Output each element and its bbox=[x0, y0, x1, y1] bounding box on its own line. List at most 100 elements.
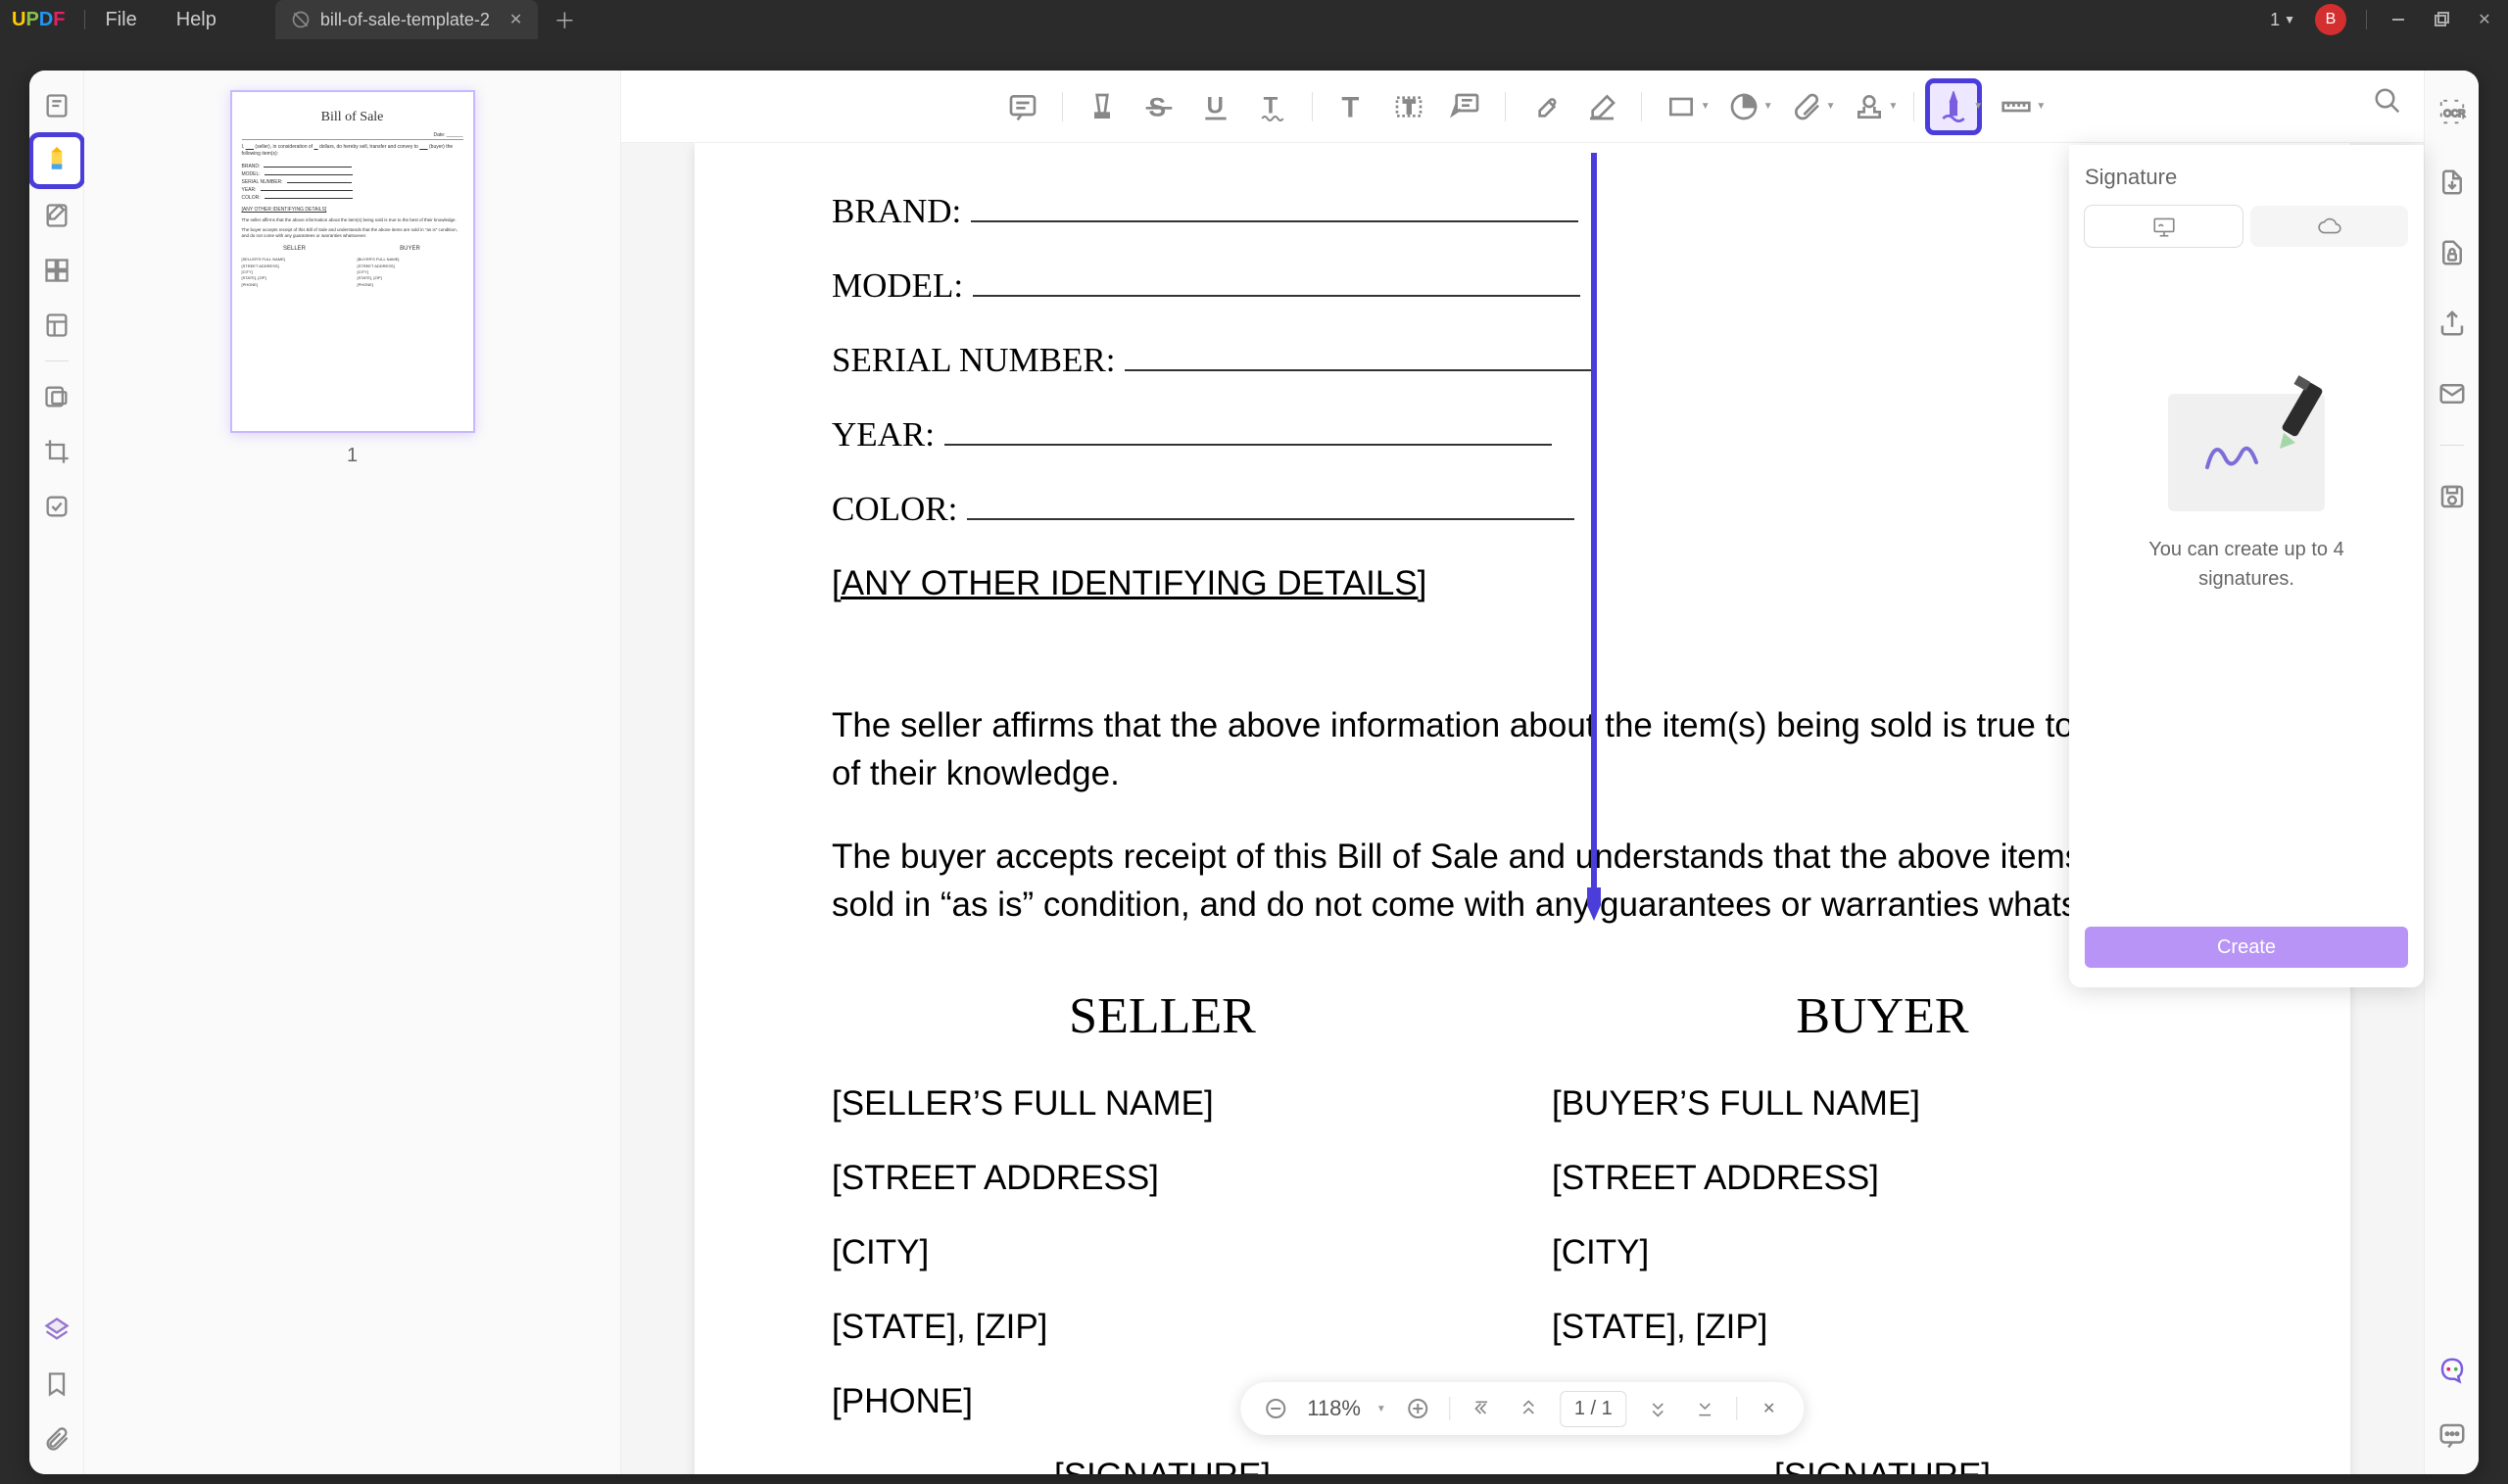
seller-name: [SELLER’S FULL NAME] bbox=[832, 1084, 1493, 1124]
titlebar: UPDF File Help bill-of-sale-template-2 ✕… bbox=[0, 0, 2508, 39]
chevron-down-icon[interactable]: ▼ bbox=[2036, 101, 2046, 112]
crop-button[interactable] bbox=[33, 428, 80, 475]
seller-heading: SELLER bbox=[832, 987, 1493, 1045]
buyer-accept-paragraph: The buyer accepts receipt of this Bill o… bbox=[832, 833, 2213, 929]
model-label: MODEL: bbox=[832, 266, 963, 306]
chevron-down-icon[interactable]: ▼ bbox=[1763, 101, 1773, 112]
tab-close-icon[interactable]: ✕ bbox=[509, 10, 522, 29]
share-button[interactable] bbox=[2429, 300, 2476, 347]
color-label: COLOR: bbox=[832, 490, 957, 529]
user-avatar[interactable]: B bbox=[2315, 4, 2346, 35]
convert-button[interactable] bbox=[2429, 159, 2476, 206]
signature-cloud-tab[interactable] bbox=[2250, 206, 2408, 247]
protect-button[interactable] bbox=[2429, 229, 2476, 276]
page-indicator[interactable]: 1 / 1 bbox=[1560, 1391, 1627, 1427]
menu-help[interactable]: Help bbox=[176, 9, 217, 31]
document-area: S U T T T ▼ ▼ ▼ ▼ ▼ ▼ Signature bbox=[621, 71, 2424, 1474]
stamp-tool[interactable] bbox=[1846, 83, 1893, 130]
zoom-in-button[interactable] bbox=[1402, 1393, 1433, 1424]
text-tool[interactable]: T bbox=[1328, 83, 1375, 130]
signature-hint-text: You can create up to 4 signatures. bbox=[2085, 535, 2408, 594]
seller-signature: [SIGNATURE] bbox=[832, 1457, 1493, 1474]
left-rail bbox=[29, 71, 84, 1474]
squiggly-tool[interactable]: T bbox=[1249, 83, 1296, 130]
prev-page-button[interactable] bbox=[1513, 1393, 1544, 1424]
right-rail: OCR bbox=[2424, 71, 2479, 1474]
chevron-down-icon[interactable]: ▼ bbox=[1701, 101, 1711, 112]
form-button[interactable] bbox=[33, 302, 80, 349]
signature-panel-title: Signature bbox=[2085, 165, 2408, 190]
buyer-signature: [SIGNATURE] bbox=[1552, 1457, 2213, 1474]
layers-button[interactable] bbox=[33, 1306, 80, 1353]
tab-label: bill-of-sale-template-2 bbox=[320, 10, 490, 30]
attachment-tool[interactable] bbox=[1783, 83, 1830, 130]
eraser-tool[interactable] bbox=[1578, 83, 1625, 130]
textbox-tool[interactable]: T bbox=[1385, 83, 1432, 130]
updf-logo: UPDF bbox=[12, 9, 65, 31]
window-count[interactable]: 1▼ bbox=[2270, 10, 2295, 30]
serial-label: SERIAL NUMBER: bbox=[832, 341, 1115, 380]
last-page-button[interactable] bbox=[1690, 1393, 1721, 1424]
menu-file[interactable]: File bbox=[105, 9, 136, 31]
zoom-bar: 118% ▼ 1 / 1 ✕ bbox=[1240, 1382, 1804, 1435]
reader-mode-button[interactable] bbox=[33, 82, 80, 129]
annotation-toolbar: S U T T T ▼ ▼ ▼ ▼ ▼ ▼ bbox=[621, 71, 2424, 143]
chevron-down-icon[interactable]: ▼ bbox=[1889, 101, 1899, 112]
svg-text:U: U bbox=[1206, 92, 1223, 119]
thumb-title: Bill of Sale bbox=[242, 110, 463, 125]
document-tab[interactable]: bill-of-sale-template-2 ✕ bbox=[275, 0, 538, 39]
main-window: Bill of Sale Date: ______ I, (seller), i… bbox=[29, 71, 2479, 1474]
bookmarks-button[interactable] bbox=[33, 1361, 80, 1408]
signature-illustration: You can create up to 4 signatures. bbox=[2085, 394, 2408, 594]
chevron-down-icon[interactable]: ▼ bbox=[1973, 101, 1983, 112]
chevron-down-icon[interactable]: ▼ bbox=[1826, 101, 1836, 112]
ai-assistant-button[interactable] bbox=[2429, 1347, 2476, 1394]
pencil-tool[interactable] bbox=[1521, 83, 1568, 130]
svg-text:OCR: OCR bbox=[2443, 109, 2465, 120]
seller-street: [STREET ADDRESS] bbox=[832, 1159, 1493, 1198]
comment-tool[interactable] bbox=[999, 83, 1046, 130]
svg-text:T: T bbox=[1263, 92, 1278, 119]
annotate-mode-button[interactable] bbox=[33, 137, 80, 184]
organize-pages-button[interactable] bbox=[33, 247, 80, 294]
create-signature-button[interactable]: Create bbox=[2085, 927, 2408, 968]
save-button[interactable] bbox=[2429, 473, 2476, 520]
search-button[interactable] bbox=[2373, 86, 2402, 120]
sticker-tool[interactable] bbox=[1720, 83, 1767, 130]
first-page-button[interactable] bbox=[1466, 1393, 1497, 1424]
seller-affirm-paragraph: The seller affirms that the above inform… bbox=[832, 701, 2213, 797]
callout-tool[interactable] bbox=[1442, 83, 1489, 130]
page-thumbnail[interactable]: Bill of Sale Date: ______ I, (seller), i… bbox=[230, 90, 475, 433]
rectangle-tool[interactable] bbox=[1658, 83, 1705, 130]
signature-local-tab[interactable] bbox=[2085, 206, 2243, 247]
edit-pdf-button[interactable] bbox=[33, 192, 80, 239]
close-zoom-bar-button[interactable]: ✕ bbox=[1754, 1393, 1785, 1424]
zoom-out-button[interactable] bbox=[1260, 1393, 1291, 1424]
tools-button[interactable] bbox=[33, 483, 80, 530]
help-chat-button[interactable] bbox=[2429, 1412, 2476, 1459]
underline-tool[interactable]: U bbox=[1192, 83, 1239, 130]
email-button[interactable] bbox=[2429, 370, 2476, 417]
strikethrough-tool[interactable]: S bbox=[1135, 83, 1182, 130]
signature-panel: Signature You can create up to 4 signatu… bbox=[2069, 145, 2424, 987]
buyer-street: [STREET ADDRESS] bbox=[1552, 1159, 2213, 1198]
brand-label: BRAND: bbox=[832, 192, 961, 231]
buyer-heading: BUYER bbox=[1552, 987, 2213, 1045]
close-button[interactable]: ✕ bbox=[2473, 8, 2496, 31]
maximize-button[interactable] bbox=[2430, 8, 2453, 31]
svg-text:T: T bbox=[1403, 96, 1415, 117]
signature-tool[interactable] bbox=[1930, 83, 1977, 130]
redact-button[interactable] bbox=[33, 373, 80, 420]
next-page-button[interactable] bbox=[1643, 1393, 1674, 1424]
minimize-button[interactable] bbox=[2387, 8, 2410, 31]
highlight-tool[interactable] bbox=[1079, 83, 1126, 130]
measure-tool[interactable] bbox=[1993, 83, 2040, 130]
attachments-button[interactable] bbox=[33, 1415, 80, 1462]
seller-state: [STATE], [ZIP] bbox=[832, 1308, 1493, 1347]
buyer-state: [STATE], [ZIP] bbox=[1552, 1308, 2213, 1347]
new-tab-button[interactable]: ＋ bbox=[554, 4, 575, 35]
svg-text:T: T bbox=[1341, 91, 1359, 121]
ocr-button[interactable]: OCR bbox=[2429, 88, 2476, 135]
zoom-dropdown[interactable]: ▼ bbox=[1376, 1404, 1386, 1414]
year-label: YEAR: bbox=[832, 415, 935, 455]
